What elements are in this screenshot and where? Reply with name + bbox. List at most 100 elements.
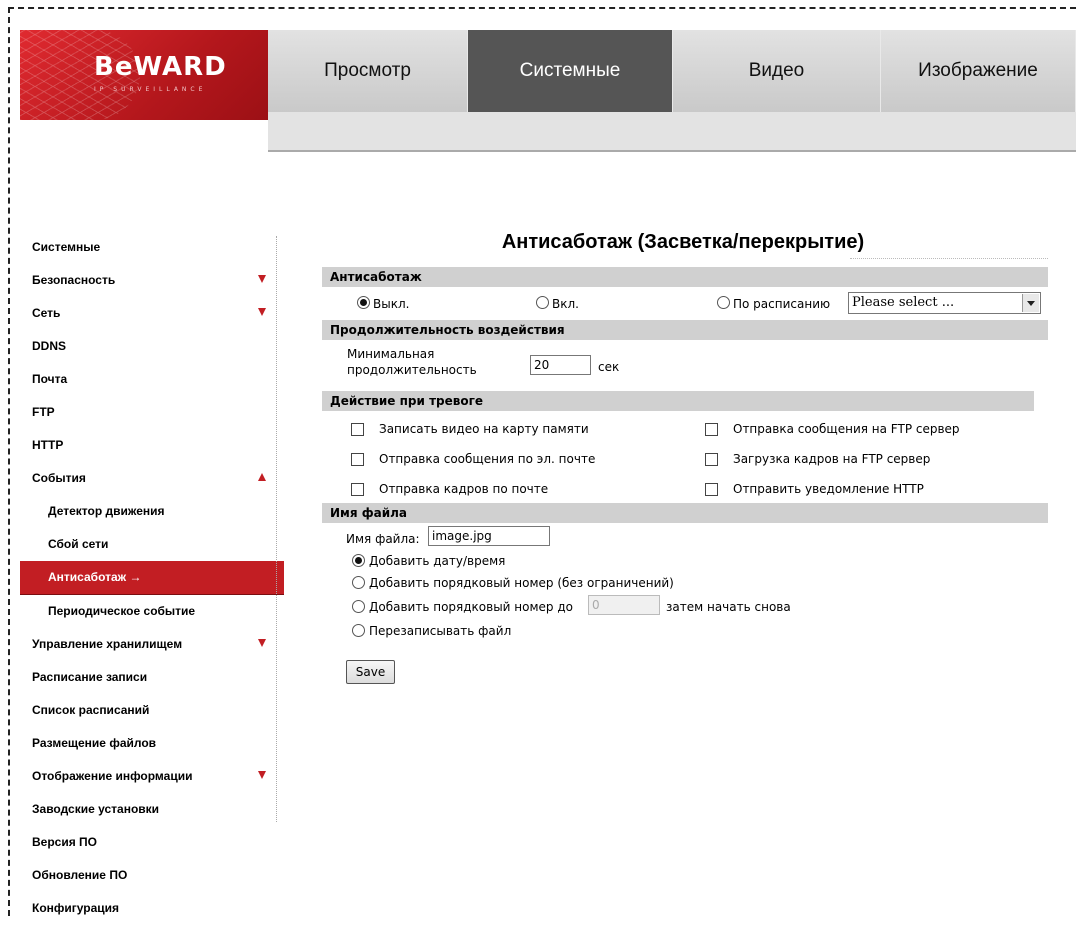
tab-video[interactable]: Видео	[673, 30, 881, 112]
sidebar-item-label: Расписание записи	[32, 670, 148, 684]
checkbox-http-notify[interactable]	[705, 483, 718, 496]
sidebar-divider	[276, 236, 277, 822]
sidebar-item-label: Управление хранилищем	[32, 637, 183, 651]
tab-image[interactable]: Изображение	[881, 30, 1076, 112]
sidebar-item-file-location[interactable]: Размещение файлов	[20, 727, 276, 760]
sidebar-item-info-display[interactable]: Отображение информации	[20, 760, 276, 793]
save-button[interactable]: Save	[346, 660, 395, 684]
sidebar-item-label: Почта	[32, 372, 68, 386]
ftp-message-label: Отправка сообщения на FTP сервер	[733, 422, 960, 436]
overwrite-label: Перезаписывать файл	[369, 624, 512, 638]
collapse-up-icon	[258, 473, 266, 481]
sidebar-item-schedule-list[interactable]: Список расписаний	[20, 694, 276, 727]
chevron-down-icon[interactable]	[1022, 294, 1039, 312]
add-seq-upto-label: Добавить порядковый номер до	[369, 600, 573, 614]
sidebar-item-label: Сеть	[32, 306, 61, 320]
expand-down-icon	[258, 639, 266, 647]
schedule-select[interactable]: Please select ...	[848, 292, 1041, 314]
section-alarm-action-header: Действие при тревоге	[322, 391, 1034, 411]
expand-down-icon	[258, 275, 266, 283]
sidebar-item-firmware-update[interactable]: Обновление ПО	[20, 859, 276, 892]
sidebar-item-security[interactable]: Безопасность	[20, 264, 276, 297]
record-sd-label: Записать видео на карту памяти	[379, 422, 589, 436]
sidebar-item-label: Сбой сети	[48, 537, 109, 551]
checkbox-ftp-frames[interactable]	[705, 453, 718, 466]
radio-on-label: Вкл.	[552, 297, 579, 311]
duration-label-line1: Минимальная	[347, 347, 435, 361]
sidebar-item-configuration[interactable]: Конфигурация	[20, 892, 276, 925]
sidebar-item-events[interactable]: События	[20, 462, 276, 495]
radio-add-seq-upto[interactable]	[352, 600, 365, 613]
sidebar-item-http[interactable]: HTTP	[20, 429, 276, 462]
seq-restart-label: затем начать снова	[666, 600, 791, 614]
email-frames-label: Отправка кадров по почте	[379, 482, 549, 496]
sidebar-item-firmware-version[interactable]: Версия ПО	[20, 826, 276, 859]
radio-schedule[interactable]	[717, 296, 730, 309]
sub-nav-bar	[268, 112, 1076, 152]
checkbox-ftp-message[interactable]	[705, 423, 718, 436]
ftp-frames-label: Загрузка кадров на FTP сервер	[733, 452, 931, 466]
sidebar-item-label: FTP	[32, 405, 55, 419]
radio-schedule-label: По расписанию	[733, 297, 831, 311]
sidebar-item-label: Список расписаний	[32, 703, 150, 717]
logo-tagline: IP SURVEILLANCE	[94, 86, 207, 93]
email-message-label: Отправка сообщения по эл. почте	[379, 452, 596, 466]
sidebar-item-mail[interactable]: Почта	[20, 363, 276, 396]
checkbox-email-frames[interactable]	[351, 483, 364, 496]
sidebar-item-label: Заводские установки	[32, 802, 160, 816]
checkbox-email-message[interactable]	[351, 453, 364, 466]
radio-add-seq-unlimited[interactable]	[352, 576, 365, 589]
sidebar-item-antisabotage[interactable]: Антисаботаж →	[20, 561, 284, 595]
add-datetime-label: Добавить дату/время	[369, 554, 506, 568]
section-filename-header: Имя файла	[322, 503, 1048, 523]
tab-view[interactable]: Просмотр	[268, 30, 468, 112]
sidebar-item-record-schedule[interactable]: Расписание записи	[20, 661, 276, 694]
filename-label: Имя файла:	[346, 532, 420, 546]
sidebar-item-factory-defaults[interactable]: Заводские установки	[20, 793, 276, 826]
sidebar-item-ddns[interactable]: DDNS	[20, 330, 276, 363]
section-duration-header: Продолжительность воздействия	[322, 320, 1048, 340]
radio-off[interactable]	[357, 296, 370, 309]
sidebar-item-label: Конфигурация	[32, 901, 120, 915]
sidebar-item-label: Антисаботаж →	[48, 570, 142, 584]
schedule-select-value: Please select ...	[852, 295, 955, 310]
sidebar-item-ftp[interactable]: FTP	[20, 396, 276, 429]
sidebar-item-storage[interactable]: Управление хранилищем	[20, 628, 276, 661]
sidebar: Системные Безопасность Сеть DDNS Почта F…	[20, 231, 284, 925]
duration-unit: сек	[598, 360, 620, 374]
http-notify-label: Отправить уведомление HTTP	[733, 482, 924, 496]
radio-on[interactable]	[536, 296, 549, 309]
duration-label-line2: продолжительность	[347, 363, 477, 377]
sidebar-item-label: Размещение файлов	[32, 736, 157, 750]
sidebar-item-periodic-event[interactable]: Периодическое событие	[20, 595, 276, 628]
sidebar-item-label: Периодическое событие	[48, 604, 196, 618]
sidebar-item-label: Системные	[32, 240, 101, 254]
top-nav: Просмотр Системные Видео Изображение	[268, 30, 1076, 112]
radio-add-datetime[interactable]	[352, 554, 365, 567]
sidebar-item-label: Безопасность	[32, 273, 116, 287]
title-underline	[850, 258, 1048, 259]
sidebar-item-label: HTTP	[32, 438, 64, 452]
logo-brand: BeWARD	[94, 52, 227, 82]
tab-system[interactable]: Системные	[468, 30, 673, 112]
sidebar-item-label: Обновление ПО	[32, 868, 128, 882]
expand-down-icon	[258, 308, 266, 316]
page-frame-top	[8, 7, 1076, 9]
radio-off-label: Выкл.	[373, 297, 410, 311]
sidebar-item-label: Отображение информации	[32, 769, 193, 783]
sidebar-item-label: DDNS	[32, 339, 67, 353]
min-duration-input[interactable]: 20	[530, 355, 591, 375]
seq-max-input[interactable]: 0	[588, 595, 660, 615]
radio-overwrite[interactable]	[352, 624, 365, 637]
sidebar-item-network[interactable]: Сеть	[20, 297, 276, 330]
sidebar-item-label: События	[32, 471, 86, 485]
checkbox-record-sd[interactable]	[351, 423, 364, 436]
beward-logo[interactable]: BeWARD IP SURVEILLANCE	[20, 30, 268, 120]
page-title: Антисаботаж (Засветка/перекрытие)	[501, 231, 865, 253]
sidebar-item-motion-detector[interactable]: Детектор движения	[20, 495, 276, 528]
filename-input[interactable]: image.jpg	[428, 526, 550, 546]
sidebar-item-network-failure[interactable]: Сбой сети	[20, 528, 276, 561]
sidebar-item-system[interactable]: Системные	[20, 231, 276, 264]
sidebar-item-label: Детектор движения	[48, 504, 165, 518]
section-antisabotage-header: Антисаботаж	[322, 267, 1048, 287]
